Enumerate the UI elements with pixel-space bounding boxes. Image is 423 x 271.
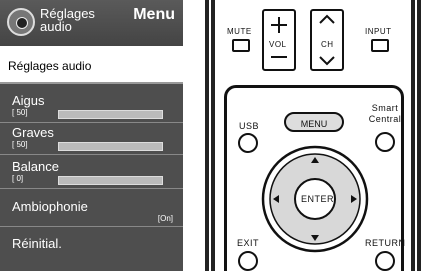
bass-slider[interactable]	[58, 142, 163, 151]
return-label: RETURN	[365, 238, 406, 248]
mute-button[interactable]	[232, 39, 250, 52]
vol-label: VOL	[269, 40, 287, 49]
mute-label: MUTE	[227, 27, 252, 36]
exit-label: EXIT	[237, 238, 260, 248]
remote-edge-left-inner	[211, 0, 215, 271]
setting-balance-value: [ 0]	[12, 174, 24, 183]
balance-slider[interactable]	[58, 176, 163, 185]
speaker-icon	[7, 8, 35, 36]
smart-central-label: Smart Central	[368, 103, 402, 124]
osd-settings-list: Aigus [ 50] Graves [ 50] Balance [ 0] Am…	[0, 84, 183, 271]
input-label: INPUT	[365, 27, 392, 36]
setting-treble-label: Aigus	[12, 93, 45, 108]
osd-menu-label: Menu	[133, 6, 175, 23]
input-button[interactable]	[371, 39, 389, 52]
setting-bass-label: Graves	[12, 125, 54, 140]
osd-title: Réglages audio	[40, 6, 95, 34]
osd-header: Réglages audio Menu	[0, 0, 183, 46]
enter-label: ENTER	[301, 194, 335, 204]
volume-rocker[interactable]: VOL	[262, 9, 296, 71]
osd-subheader: Réglages audio	[0, 46, 183, 84]
channel-rocker[interactable]: CH	[310, 9, 344, 71]
remote-control: MUTE VOL CH INPUT Smart Central USB MENU	[205, 0, 423, 271]
setting-treble-value: [ 50]	[12, 108, 28, 117]
setting-reset[interactable]: Réinitial.	[0, 228, 183, 258]
usb-button[interactable]	[238, 133, 258, 153]
setting-surround-label: Ambiophonie	[12, 199, 88, 214]
treble-slider[interactable]	[58, 110, 163, 119]
remote-edge-right	[417, 0, 421, 271]
setting-treble[interactable]: Aigus [ 50]	[0, 90, 183, 123]
setting-bass[interactable]: Graves [ 50]	[0, 122, 183, 155]
remote-edge-left	[205, 0, 209, 271]
setting-reset-label: Réinitial.	[12, 236, 62, 251]
usb-label: USB	[239, 121, 260, 131]
tv-osd-menu: Réglages audio Menu Réglages audio Aigus…	[0, 0, 183, 271]
exit-button[interactable]	[238, 251, 258, 271]
setting-surround-state: [On]	[157, 214, 173, 223]
setting-balance-label: Balance	[12, 159, 59, 174]
ch-label: CH	[321, 40, 334, 49]
menu-button-label: MENU	[300, 119, 328, 129]
setting-balance[interactable]: Balance [ 0]	[0, 156, 183, 189]
osd-subheader-label: Réglages audio	[8, 59, 92, 73]
setting-surround[interactable]: Ambiophonie [On]	[0, 192, 183, 227]
setting-bass-value: [ 50]	[12, 140, 28, 149]
return-button[interactable]	[375, 251, 395, 271]
menu-button[interactable]: MENU	[284, 112, 344, 132]
remote-edge-right-inner	[411, 0, 415, 271]
smart-central-button[interactable]	[375, 132, 395, 152]
